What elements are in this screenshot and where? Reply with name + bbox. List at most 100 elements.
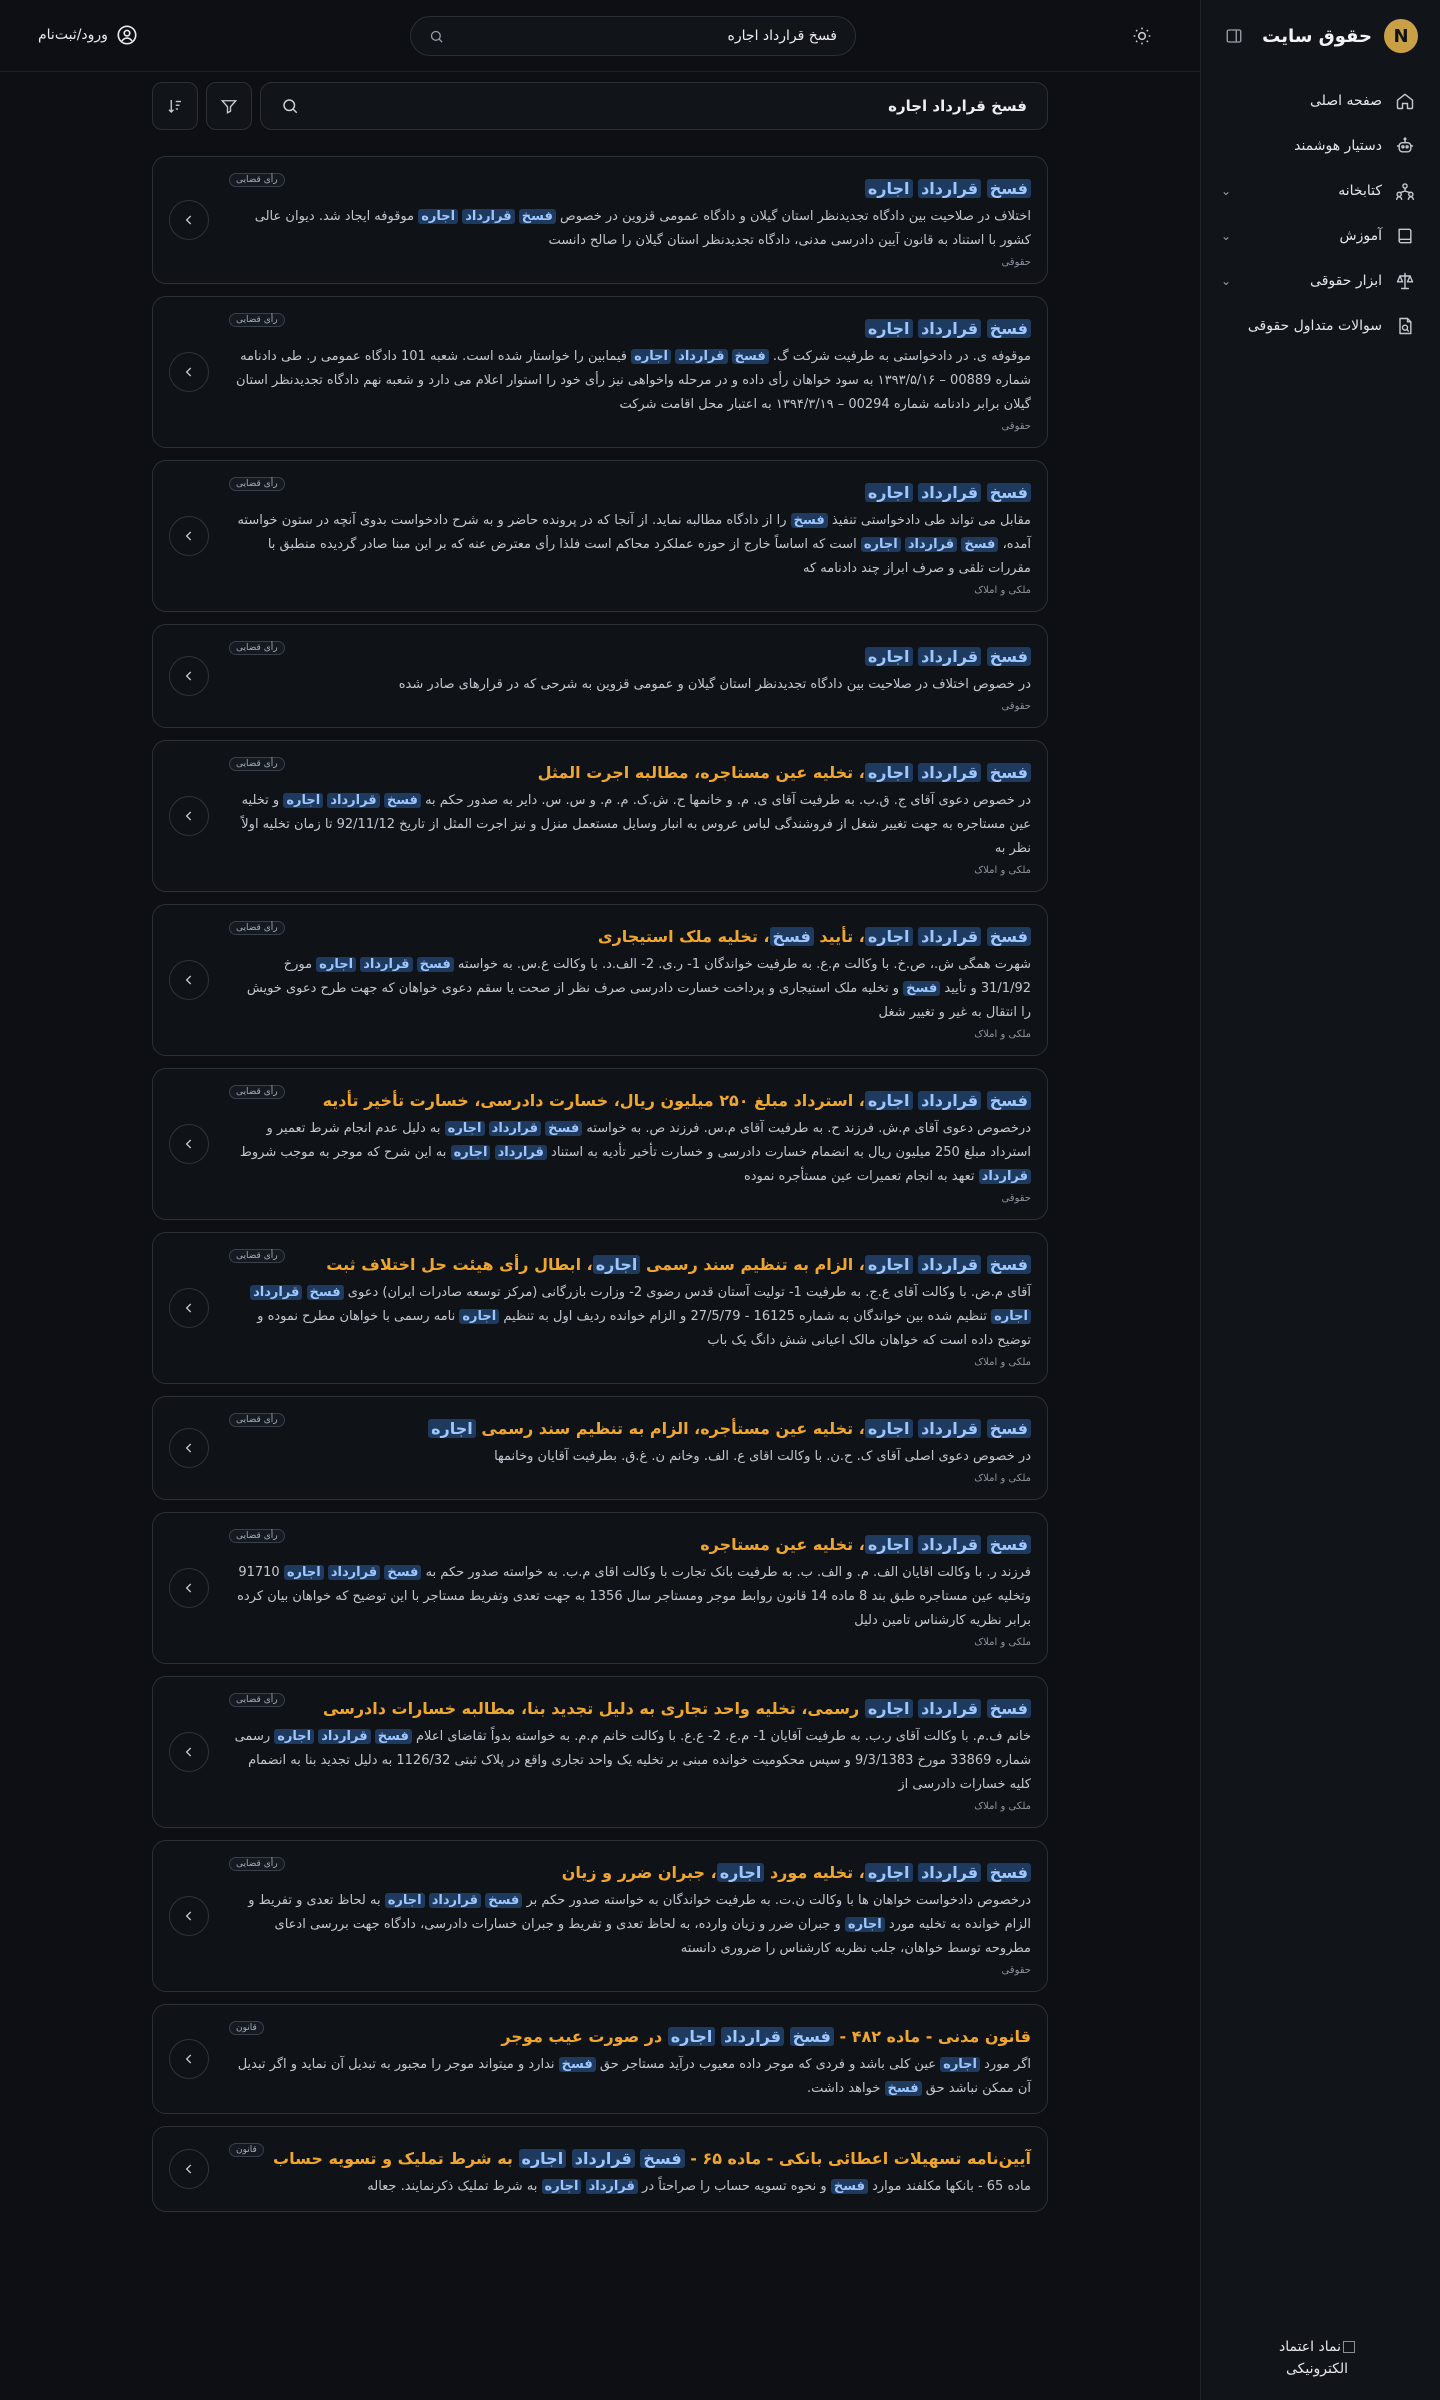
search-term-highlight: قرارداد — [488, 1121, 541, 1136]
sidebar-item-robot[interactable]: دستیار هوشمند — [1201, 123, 1440, 168]
result-title[interactable]: فسخ قرارداد اجاره، تخلیه عین مستاجره، مط… — [233, 759, 1031, 787]
sidebar-collapse-icon[interactable] — [1221, 23, 1247, 49]
result-card[interactable]: رأی قضایی فسخ قرارداد اجاره، الزام به تنظ… — [152, 1232, 1048, 1384]
result-type-badge: رأی قضایی — [229, 1413, 285, 1427]
chevron-left-icon[interactable] — [169, 516, 209, 556]
result-type-badge: رأی قضایی — [229, 313, 285, 327]
sidebar-item-faq-document[interactable]: سوالات متداول حقوقی — [1201, 303, 1440, 348]
chevron-left-icon[interactable] — [169, 796, 209, 836]
search-term-highlight: فسخ — [640, 2149, 685, 2168]
chevron-left-icon[interactable] — [169, 656, 209, 696]
top-search-box[interactable] — [410, 16, 856, 56]
result-category: ملکی و املاک — [974, 1473, 1031, 1484]
result-title[interactable]: فسخ قرارداد اجاره، تخلیه مورد اجاره، جبر… — [233, 1859, 1031, 1887]
result-category: ملکی و املاک — [974, 585, 1031, 596]
result-card[interactable]: رأی قضایی فسخ قرارداد اجاره رسمی، تخلیه و… — [152, 1676, 1048, 1828]
chevron-down-icon[interactable]: ⌄ — [1221, 184, 1231, 198]
chevron-left-icon[interactable] — [169, 2149, 209, 2189]
result-title[interactable]: فسخ قرارداد اجاره، تخلیه عین مستاجره — [233, 1531, 1031, 1559]
search-term-highlight: اجاره — [667, 2027, 716, 2046]
sort-icon — [166, 97, 184, 115]
result-card[interactable]: رأی قضایی فسخ قرارداد اجاره مقابل می تواند… — [152, 460, 1048, 612]
chevron-left-icon[interactable] — [169, 960, 209, 1000]
sidebar-item-home[interactable]: صفحه اصلی — [1201, 78, 1440, 123]
sidebar-item-book[interactable]: آموزش ⌄ — [1201, 213, 1440, 258]
result-title[interactable]: فسخ قرارداد اجاره — [233, 643, 1031, 671]
book-icon — [1394, 225, 1416, 247]
result-snippet: خانم ف.م. با وکالت آقای ر.ب. به طرفیت آق… — [234, 1729, 1031, 1792]
result-card[interactable]: رأی قضایی فسخ قرارداد اجاره موقوفه ی. در د… — [152, 296, 1048, 448]
chevron-left-icon[interactable] — [169, 1568, 209, 1608]
chevron-left-icon[interactable] — [169, 1124, 209, 1164]
brand-header: N حقوق سایت — [1201, 0, 1440, 72]
result-card[interactable]: رأی قضایی فسخ قرارداد اجاره در خصوص اختلاف… — [152, 624, 1048, 728]
result-card[interactable]: قانون قانون مدنی - ماده ۴۸۲ - فسخ قرارداد… — [152, 2004, 1048, 2114]
result-title[interactable]: قانون مدنی - ماده ۴۸۲ - فسخ قرارداد اجار… — [233, 2023, 1031, 2051]
search-term-highlight: فسخ — [830, 2179, 868, 2194]
result-title[interactable]: فسخ قرارداد اجاره — [233, 479, 1031, 507]
search-term-highlight: فسخ — [986, 319, 1031, 338]
result-type-badge: قانون — [229, 2143, 264, 2157]
search-term-highlight: قرارداد — [494, 1145, 547, 1160]
result-card[interactable]: قانون آیین‌نامه تسهیلات اعطائی بانکی - ما… — [152, 2126, 1048, 2212]
sidebar-item-scale[interactable]: ابزار حقوقی ⌄ — [1201, 258, 1440, 303]
filter-button[interactable] — [206, 82, 252, 130]
search-term-highlight: قرارداد — [571, 2149, 635, 2168]
search-term-highlight: اجاره — [459, 1309, 500, 1324]
chevron-left-icon[interactable] — [169, 1732, 209, 1772]
chevron-left-icon[interactable] — [169, 1428, 209, 1468]
brand-name[interactable]: حقوق سایت — [1262, 26, 1372, 47]
chevron-down-icon[interactable]: ⌄ — [1221, 274, 1231, 288]
chevron-left-icon[interactable] — [169, 2039, 209, 2079]
result-title[interactable]: فسخ قرارداد اجاره، استرداد مبلغ ۲۵۰ میلی… — [233, 1087, 1031, 1115]
result-title[interactable]: فسخ قرارداد اجاره، تخلیه عین مستأجره، ال… — [233, 1415, 1031, 1443]
result-card[interactable]: رأی قضایی فسخ قرارداد اجاره، تخلیه مورد ا… — [152, 1840, 1048, 1992]
chevron-left-icon[interactable] — [169, 200, 209, 240]
search-term-highlight: قرارداد — [585, 2179, 638, 2194]
main-search-box[interactable] — [260, 82, 1048, 130]
chevron-down-icon[interactable]: ⌄ — [1221, 229, 1231, 243]
top-search-input[interactable] — [454, 28, 837, 44]
result-card[interactable]: رأی قضایی فسخ قرارداد اجاره اختلاف در صلاح… — [152, 156, 1048, 284]
search-term-highlight: اجاره — [864, 179, 913, 198]
result-card[interactable]: رأی قضایی فسخ قرارداد اجاره، تأیید فسخ، ت… — [152, 904, 1048, 1056]
sidebar-item-library[interactable]: کتابخانه ⌄ — [1201, 168, 1440, 213]
chevron-left-icon[interactable] — [169, 1896, 209, 1936]
chevron-left-icon[interactable] — [169, 1288, 209, 1328]
result-title[interactable]: آیین‌نامه تسهیلات اعطائی بانکی - ماده ۶۵… — [233, 2145, 1031, 2173]
search-term-highlight: فسخ — [986, 483, 1031, 502]
search-term-highlight: قرارداد — [918, 1535, 982, 1554]
sort-button[interactable] — [152, 82, 198, 130]
search-term-highlight: اجاره — [940, 2057, 981, 2072]
search-icon[interactable] — [281, 97, 299, 115]
result-title[interactable]: فسخ قرارداد اجاره، الزام به تنظیم سند رس… — [233, 1251, 1031, 1279]
result-title[interactable]: فسخ قرارداد اجاره — [233, 175, 1031, 203]
main-search-input[interactable] — [311, 97, 1027, 115]
result-card[interactable]: رأی قضایی فسخ قرارداد اجاره، استرداد مبلغ… — [152, 1068, 1048, 1220]
search-term-highlight: فسخ — [384, 1565, 422, 1580]
result-title[interactable]: فسخ قرارداد اجاره رسمی، تخلیه واحد تجاری… — [233, 1695, 1031, 1723]
result-card[interactable]: رأی قضایی فسخ قرارداد اجاره، تخلیه عین مس… — [152, 1512, 1048, 1664]
chevron-left-icon[interactable] — [169, 352, 209, 392]
result-title[interactable]: فسخ قرارداد اجاره — [233, 315, 1031, 343]
search-icon[interactable] — [429, 29, 444, 44]
result-title[interactable]: فسخ قرارداد اجاره، تأیید فسخ، تخلیه ملک … — [233, 923, 1031, 951]
result-card[interactable]: رأی قضایی فسخ قرارداد اجاره، تخلیه عین مس… — [152, 740, 1048, 892]
search-term-highlight: اجاره — [864, 1535, 913, 1554]
search-term-highlight: فسخ — [986, 763, 1031, 782]
search-term-highlight: فسخ — [485, 1893, 523, 1908]
search-term-highlight: قرارداد — [918, 927, 982, 946]
sidebar-item-label: آموزش — [1339, 227, 1382, 244]
login-button[interactable]: ورود/ثبت‌نام — [38, 24, 138, 46]
result-category: حقوقی — [1001, 701, 1031, 712]
brand-logo[interactable]: N — [1384, 19, 1418, 53]
search-term-highlight: فسخ — [986, 1255, 1031, 1274]
trust-seal-image[interactable]: نماد اعتماد الکترونیکی — [1272, 2336, 1362, 2380]
search-term-highlight: اجاره — [316, 957, 357, 972]
sidebar-item-label: دستیار هوشمند — [1294, 137, 1382, 154]
result-card[interactable]: رأی قضایی فسخ قرارداد اجاره، تخلیه عین مس… — [152, 1396, 1048, 1500]
search-toolbar — [152, 82, 1048, 130]
theme-toggle-sun-icon[interactable] — [1130, 24, 1154, 48]
search-term-highlight: اجاره — [541, 2179, 582, 2194]
search-term-highlight: قرارداد — [327, 793, 380, 808]
